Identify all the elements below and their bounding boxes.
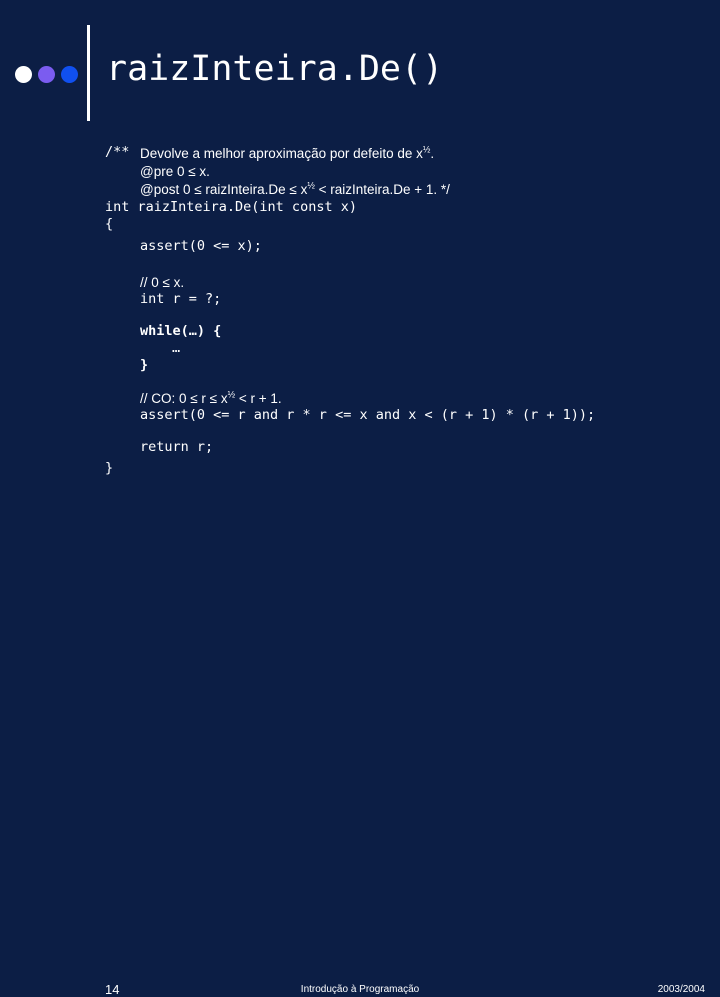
post-sup: ½ — [307, 180, 315, 191]
code-line-post: @post 0 ≤ raizInteira.De ≤ x½ < raizInte… — [140, 181, 450, 198]
code-line-pre: @pre 0 ≤ x. — [140, 164, 210, 179]
slide: raizInteira.De() /** Devolve a melhor ap… — [0, 0, 720, 997]
post-text: @post 0 ≤ raizInteira.De ≤ x — [140, 182, 308, 197]
code-line-decl-r: int r = ?; — [140, 291, 222, 307]
co-tail: < r + 1. — [235, 391, 282, 406]
page-title: raizInteira.De() — [106, 49, 444, 89]
code-line-while-close: } — [140, 357, 149, 373]
code-line-return: return r; — [140, 439, 214, 455]
code-line-doc-1: Devolve a melhor aproximação por defeito… — [140, 145, 434, 162]
bullet-blue-icon — [61, 66, 78, 83]
code-line-comment-co: // CO: 0 ≤ r ≤ x½ < r + 1. — [140, 390, 282, 407]
code-line-assert-post: assert(0 <= r and r * r <= x and x < (r … — [140, 407, 596, 423]
bullet-white-icon — [15, 66, 32, 83]
co-text: // CO: 0 ≤ r ≤ x — [140, 391, 228, 406]
title-divider — [87, 25, 90, 121]
co-sup: ½ — [227, 389, 236, 400]
code-line-while-open: while(…) { — [140, 323, 222, 339]
doc-text-1: Devolve a melhor aproximação por defeito… — [140, 146, 423, 161]
slide-header: raizInteira.De() — [0, 0, 720, 130]
code-line-doc-open: /** — [105, 144, 130, 160]
academic-year: 2003/2004 — [657, 984, 705, 995]
code-line-brace-open: { — [105, 216, 114, 232]
slide-footer: 14 Introdução à Programação 2003/2004 — [0, 488, 720, 997]
code-line-brace-close: } — [105, 460, 114, 476]
course-title: Introdução à Programação — [300, 984, 420, 995]
post-tail: < raizInteira.De + 1. */ — [314, 182, 450, 197]
code-block: /** Devolve a melhor aproximação por def… — [0, 144, 720, 476]
bullet-decoration-group — [15, 66, 78, 83]
bullet-purple-icon — [38, 66, 55, 83]
code-line-while-body: … — [172, 340, 181, 356]
code-line-comment-x: // 0 ≤ x. — [140, 275, 185, 290]
doc-tail-1: . — [430, 146, 435, 161]
code-line-assert-pre: assert(0 <= x); — [140, 238, 262, 254]
code-line-signature: int raizInteira.De(int const x) — [105, 199, 357, 215]
